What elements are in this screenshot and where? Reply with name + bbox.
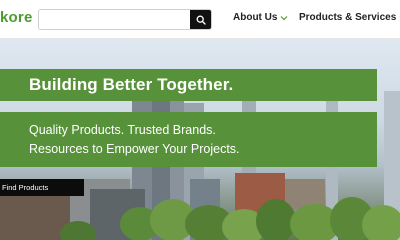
hero-section: Building Better Together. Quality Produc… [0, 39, 400, 240]
headline-banner: Building Better Together. [0, 69, 377, 101]
nav-products-services[interactable]: Products & Services [299, 12, 400, 23]
chevron-down-icon [281, 15, 288, 20]
hero-headline: Building Better Together. [29, 75, 234, 94]
search-input[interactable] [39, 10, 191, 29]
logo[interactable]: kore [0, 9, 33, 26]
search-icon [196, 15, 206, 25]
nav-about-us-label: About Us [233, 12, 278, 23]
nav-products-services-label: Products & Services [299, 12, 397, 23]
find-products-button[interactable]: Find Products [0, 179, 84, 196]
hero-subheadline-line2: Resources to Empower Your Projects. [29, 142, 240, 156]
site-header: kore About Us Products & Services [0, 0, 400, 39]
search-button[interactable] [190, 10, 211, 29]
hero-subheadline-line1: Quality Products. Trusted Brands. [29, 123, 216, 137]
subheadline-banner: Quality Products. Trusted Brands. Resour… [0, 112, 377, 167]
search-box [38, 9, 212, 30]
nav-about-us[interactable]: About Us [233, 12, 288, 23]
